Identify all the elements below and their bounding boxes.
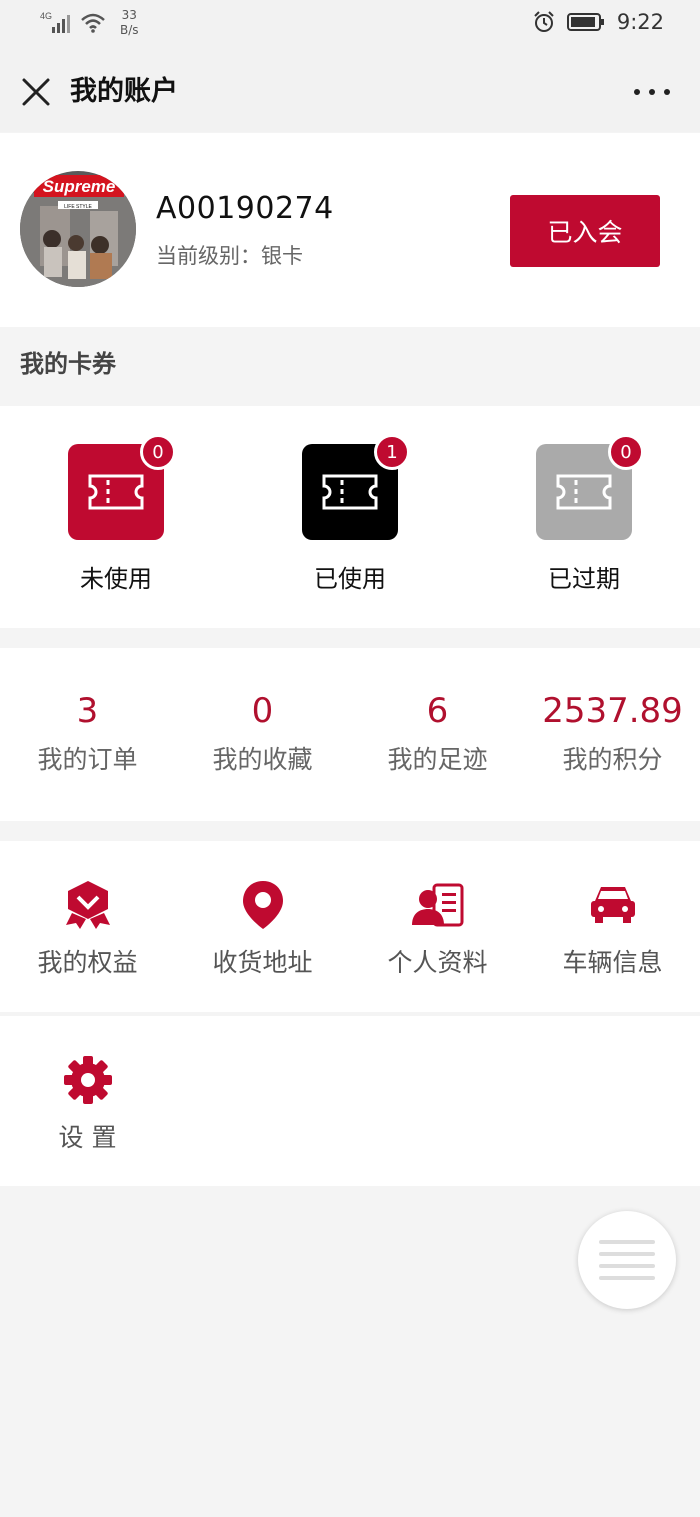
stat-label: 我的收藏: [212, 745, 313, 774]
service-settings[interactable]: 设 置: [0, 1054, 175, 1174]
floating-menu-button[interactable]: [578, 1211, 676, 1309]
avatar-brand-text: Supreme: [43, 177, 116, 196]
more-options-button[interactable]: [634, 78, 670, 106]
menu-line-icon: [599, 1240, 655, 1244]
stat-value: 2537.89: [542, 691, 683, 731]
clock: 9:22: [616, 10, 664, 34]
service-vehicle[interactable]: 车辆信息: [525, 879, 700, 999]
coupon-used[interactable]: 1 已使用: [264, 434, 434, 604]
service-address[interactable]: 收货地址: [175, 879, 350, 999]
more-dot-icon: [664, 89, 670, 95]
coupon-expired[interactable]: 0 已过期: [498, 434, 668, 604]
profile-card-icon: [412, 883, 464, 927]
coupons-panel: 0 未使用 1 已使用 0 已过期: [0, 406, 700, 628]
membership-level: 当前级别：银卡: [156, 244, 303, 268]
stat-label: 我的订单: [37, 745, 138, 774]
ticket-icon: [88, 474, 144, 510]
service-label: 设 置: [58, 1123, 117, 1152]
menu-line-icon: [599, 1276, 655, 1280]
profile-card: Supreme LIFE STYLE A00190274 当前级别：银卡 已入会: [0, 133, 700, 327]
coupon-count-badge: 1: [374, 434, 410, 470]
user-id: A00190274: [156, 191, 334, 226]
avatar[interactable]: Supreme LIFE STYLE: [20, 171, 136, 287]
coupon-label: 已使用: [314, 565, 386, 593]
page-title: 我的账户: [70, 76, 178, 107]
speed-value: 33: [121, 8, 137, 22]
service-profile[interactable]: 个人资料: [350, 879, 525, 999]
menu-line-icon: [599, 1264, 655, 1268]
speed-unit: B/s: [120, 23, 139, 37]
stat-value: 6: [426, 691, 449, 731]
service-label: 个人资料: [387, 948, 488, 977]
ticket-icon: [556, 474, 612, 510]
stat-label: 我的足迹: [387, 745, 488, 774]
gear-icon: [64, 1056, 112, 1104]
coupon-unused[interactable]: 0 未使用: [30, 434, 200, 604]
alarm-icon: [534, 11, 554, 32]
member-status-button[interactable]: 已入会: [510, 195, 660, 267]
coupons-section-header: 我的卡券: [0, 327, 700, 406]
battery-icon: [566, 13, 604, 31]
stat-orders[interactable]: 3 我的订单: [0, 688, 175, 788]
rights-badge-icon: [66, 881, 110, 929]
section-title: 我的卡券: [20, 350, 116, 378]
status-right: 9:22: [533, 10, 664, 34]
ticket-icon: [322, 474, 378, 510]
location-pin-icon: [243, 881, 283, 929]
car-icon: [591, 887, 635, 923]
close-button[interactable]: [18, 74, 54, 110]
stat-points[interactable]: 2537.89 我的积分: [525, 688, 700, 788]
close-icon: [22, 78, 50, 106]
cellular-signal-icon: 4G: [40, 11, 70, 33]
status-left: 4G 33 B/s: [40, 8, 139, 38]
services-panel-2: 设 置: [0, 1016, 700, 1186]
more-dot-icon: [634, 89, 640, 95]
network-speed: 33 B/s: [120, 8, 139, 38]
service-label: 车辆信息: [562, 948, 663, 977]
stat-value: 3: [76, 691, 99, 731]
stats-panel: 3 我的订单 0 我的收藏 6 我的足迹 2537.89 我的积分: [0, 648, 700, 821]
nav-bar: 我的账户: [0, 52, 700, 132]
service-label: 我的权益: [37, 948, 138, 977]
stat-favorites[interactable]: 0 我的收藏: [175, 688, 350, 788]
coupon-label: 已过期: [548, 565, 620, 593]
wifi-icon: [81, 13, 105, 33]
services-panel: 我的权益 收货地址 个人资料 车辆信息: [0, 841, 700, 1012]
service-label: 收货地址: [212, 948, 313, 977]
menu-line-icon: [599, 1252, 655, 1256]
more-dot-icon: [649, 89, 655, 95]
avatar-tag-text: LIFE STYLE: [64, 204, 92, 210]
service-rights[interactable]: 我的权益: [0, 879, 175, 999]
signal-type: 4G: [40, 11, 52, 21]
stat-label: 我的积分: [562, 745, 663, 774]
coupon-count-badge: 0: [140, 434, 176, 470]
stat-footprints[interactable]: 6 我的足迹: [350, 688, 525, 788]
avatar-image: Supreme LIFE STYLE: [20, 171, 136, 287]
status-bar: 4G 33 B/s 9:22: [0, 0, 700, 52]
coupon-label: 未使用: [80, 565, 152, 593]
coupon-count-badge: 0: [608, 434, 644, 470]
stat-value: 0: [251, 691, 274, 731]
